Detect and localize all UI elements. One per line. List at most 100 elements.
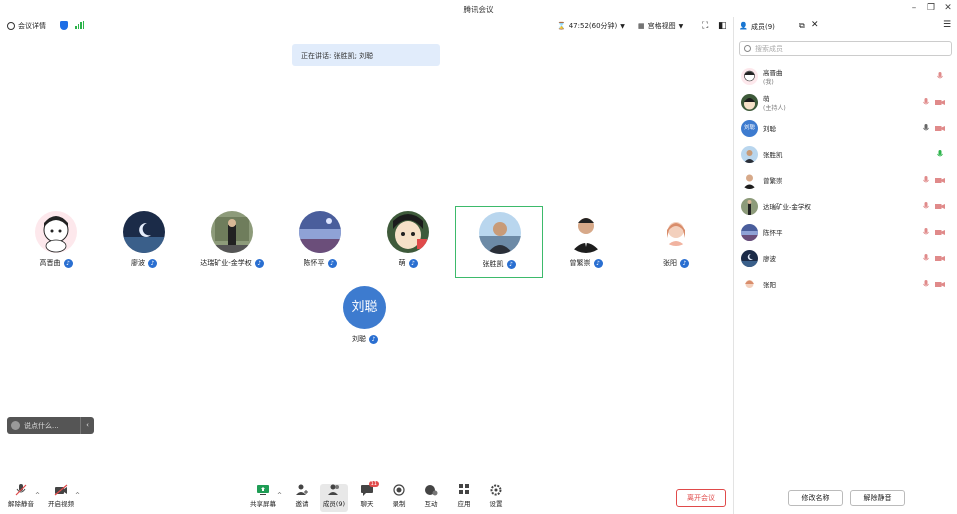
video-tile[interactable]: 高晋曲 ♪ <box>12 206 100 278</box>
mic-muted-icon[interactable] <box>923 176 929 185</box>
mic-icon: ♪ <box>680 258 689 268</box>
camera-off-icon[interactable] <box>935 255 945 262</box>
apps-button[interactable]: 应用 <box>450 484 478 508</box>
leave-meeting-button[interactable]: 离开会议 <box>676 489 726 507</box>
security-shield-icon[interactable] <box>60 21 68 30</box>
video-options-chevron-icon[interactable]: ^ <box>75 492 80 499</box>
member-role: (我) <box>763 79 774 86</box>
member-row[interactable]: 达瑞矿业-金学权 <box>734 194 957 220</box>
mic-muted-icon[interactable] <box>923 228 929 237</box>
mic-icon: ♪ <box>254 258 264 268</box>
member-role: (主持人) <box>763 105 786 112</box>
speaking-indicator: 正在讲话: 张胜凯; 刘聪 <box>292 44 440 66</box>
video-tile[interactable]: 廖波 ♪ <box>100 206 188 278</box>
search-icon <box>744 45 751 52</box>
mic-active-icon[interactable] <box>937 150 943 159</box>
video-tile[interactable]: 萌 ♪ <box>364 206 452 278</box>
member-row[interactable]: 张阳 <box>734 272 957 298</box>
popout-icon[interactable]: ⧉ <box>799 21 805 31</box>
meeting-window: 腾讯会议 – ❐ ✕ 会议详情 ⌛ 47:52(60分钟) ▼ ▦ 宫格视图 ▼… <box>0 0 957 514</box>
member-row[interactable]: 刘聪 刘聪 <box>734 116 957 142</box>
camera-off-icon[interactable] <box>935 125 945 132</box>
member-name: 萌 <box>763 95 770 103</box>
avatar: 刘聪 <box>741 120 758 137</box>
camera-off-icon[interactable] <box>935 203 945 210</box>
member-row[interactable]: 高晋曲 (我) <box>734 64 957 90</box>
meeting-info-button[interactable]: 会议详情 <box>7 21 46 31</box>
avatar <box>741 224 758 241</box>
mic-icon: ♪ <box>408 258 418 268</box>
fullscreen-icon[interactable]: ⛶ <box>702 21 708 31</box>
members-button[interactable]: 成员(9) <box>320 484 348 512</box>
grid-icon: ▦ <box>638 22 645 30</box>
interact-label: 互动 <box>424 500 438 508</box>
camera-off-icon[interactable] <box>935 229 945 236</box>
settings-button[interactable]: 设置 <box>482 484 510 508</box>
avatar <box>387 211 429 253</box>
invite-button[interactable]: 邀请 <box>288 484 316 508</box>
start-video-button[interactable]: 开启视频 <box>47 484 75 508</box>
participant-name: 达瑞矿业-金学权 <box>200 259 252 267</box>
member-row[interactable]: 陈怀平 <box>734 220 957 246</box>
member-name: 廖波 <box>763 255 776 263</box>
record-label: 录制 <box>392 500 406 508</box>
video-label: 开启视频 <box>48 500 74 508</box>
sidebar-toggle-icon[interactable]: ◧ <box>718 21 727 31</box>
rename-button[interactable]: 修改名称 <box>788 490 843 506</box>
avatar <box>741 172 758 189</box>
video-tile[interactable]: 曾繁崇 ♪ <box>542 206 630 278</box>
video-tile[interactable]: 陈怀平 ♪ <box>276 206 364 278</box>
avatar <box>211 211 253 253</box>
avatar <box>741 146 758 163</box>
member-row[interactable]: 廖波 <box>734 246 957 272</box>
member-name: 达瑞矿业-金学权 <box>763 203 811 211</box>
member-row[interactable]: 萌 (主持人) <box>734 90 957 116</box>
restore-icon[interactable]: ❐ <box>924 3 938 13</box>
camera-off-icon[interactable] <box>935 281 945 288</box>
member-name: 刘聪 <box>763 125 776 133</box>
avatar-initials[interactable]: 刘聪 <box>343 286 386 329</box>
members-panel: 👤 成员(9) ⧉ ✕ ☰ 搜索成员 高晋曲 (我) 萌 (主持人) 刘聪 刘聪 <box>734 17 957 514</box>
share-options-chevron-icon[interactable]: ^ <box>277 492 282 499</box>
mic-muted-icon[interactable] <box>923 280 929 289</box>
avatar <box>741 198 758 215</box>
member-row[interactable]: 张胜凯 <box>734 142 957 168</box>
close-window-icon[interactable]: ✕ <box>941 3 955 13</box>
meeting-info-label: 会议详情 <box>18 22 46 30</box>
members-icon <box>327 484 341 496</box>
network-signal-icon[interactable] <box>75 21 84 29</box>
video-tile[interactable]: 达瑞矿业-金学权 ♪ <box>188 206 276 278</box>
mic-muted-icon[interactable] <box>937 72 943 81</box>
avatar <box>479 212 521 254</box>
menu-icon[interactable]: ☰ <box>943 20 951 30</box>
chat-button[interactable]: 11 聊天 <box>353 481 381 508</box>
camera-off-icon[interactable] <box>935 99 945 106</box>
unmute-panel-button[interactable]: 解除静音 <box>850 490 905 506</box>
mic-muted-icon[interactable] <box>923 254 929 263</box>
chat-icon: 11 <box>360 481 379 496</box>
share-screen-button[interactable]: 共享屏幕 <box>249 484 277 508</box>
video-tile-active-speaker[interactable]: 张胜凯 ♪ <box>455 206 543 278</box>
chevron-down-icon: ▼ <box>620 22 625 30</box>
camera-off-icon[interactable] <box>935 177 945 184</box>
video-tile[interactable]: 张阳 ♪ <box>632 206 720 278</box>
member-name: 张阳 <box>763 281 776 289</box>
view-switch-button[interactable]: ▦ 宫格视图 ▼ <box>638 21 683 31</box>
chat-label: 聊天 <box>360 500 374 508</box>
quick-chat-input[interactable]: 说点什么... ‹ <box>7 417 94 434</box>
timer[interactable]: ⌛ 47:52(60分钟) ▼ <box>557 21 625 31</box>
mic-muted-icon[interactable] <box>923 98 929 107</box>
record-button[interactable]: 录制 <box>385 484 413 508</box>
mic-muted-icon[interactable] <box>923 202 929 211</box>
close-panel-icon[interactable]: ✕ <box>811 20 819 30</box>
interact-button[interactable]: 互动 <box>417 484 445 508</box>
member-search-input[interactable]: 搜索成员 <box>739 41 952 56</box>
chevron-left-icon[interactable]: ‹ <box>80 417 94 434</box>
unmute-button[interactable]: 解除静音 <box>7 484 35 508</box>
member-row[interactable]: 曾繁崇 <box>734 168 957 194</box>
minimize-icon[interactable]: – <box>907 3 921 13</box>
audio-options-chevron-icon[interactable]: ^ <box>35 492 40 499</box>
mic-icon[interactable] <box>923 124 929 133</box>
participant-name: 陈怀平 <box>303 259 325 267</box>
members-label: 成员(9) <box>322 500 346 508</box>
